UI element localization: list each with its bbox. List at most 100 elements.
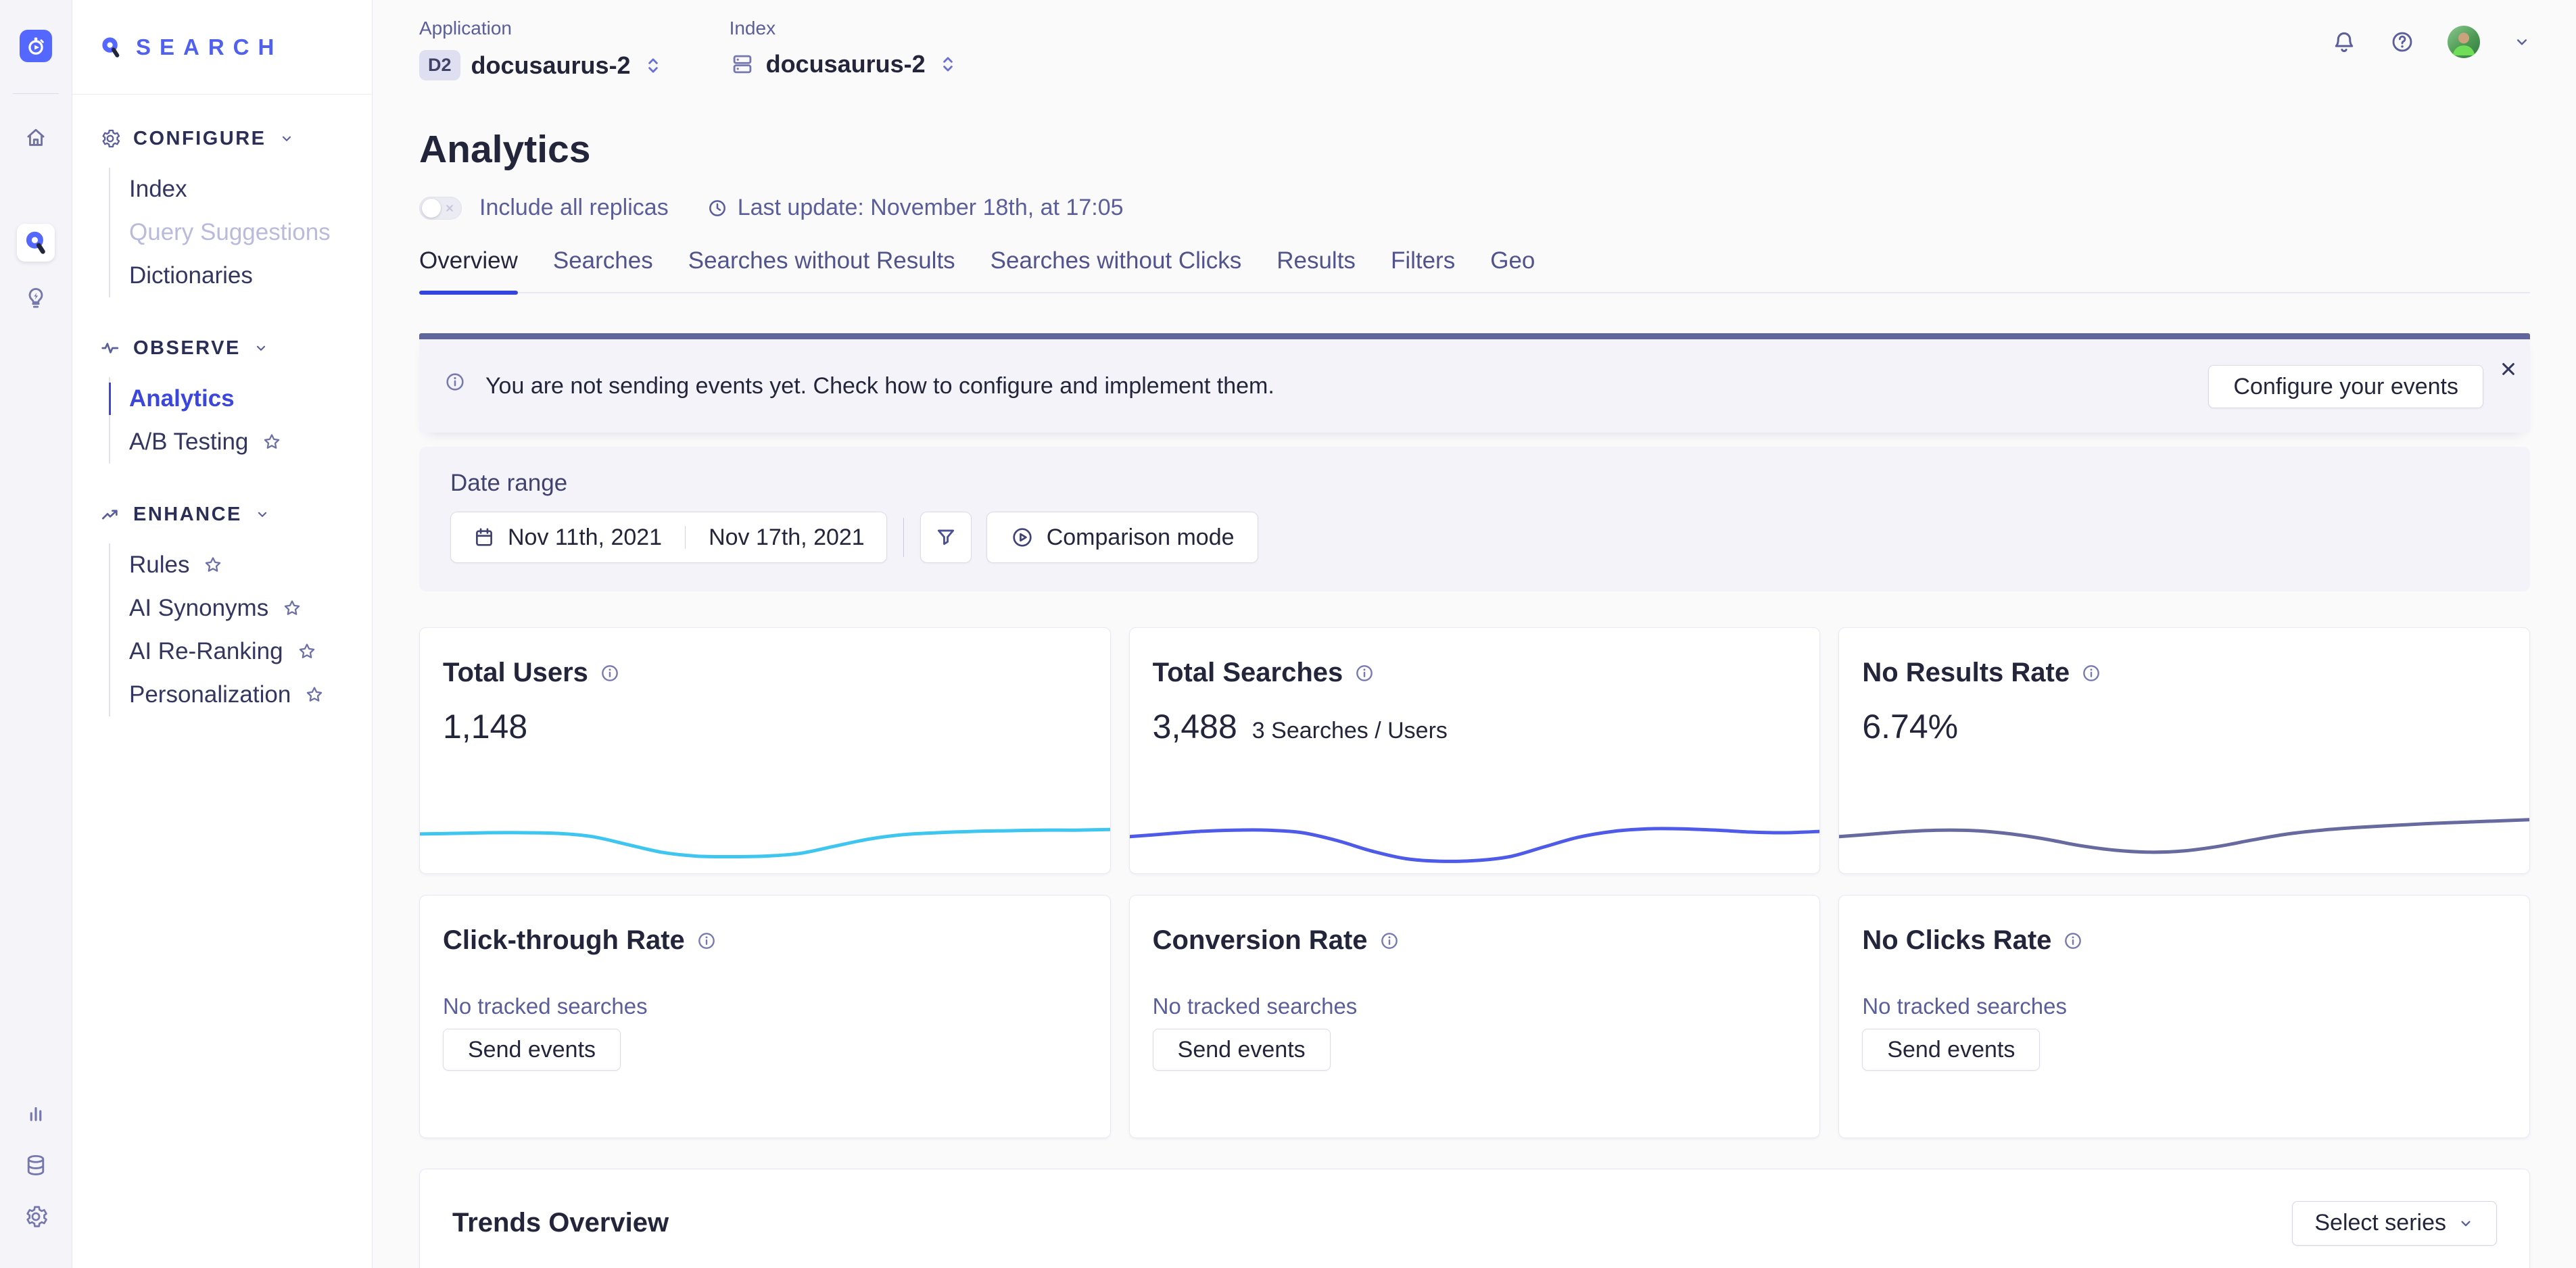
kpi-card-no-results-rate: No Results Rate 6.74% (1838, 627, 2530, 874)
calendar-icon (473, 526, 496, 549)
toggle-off-x-icon (443, 201, 456, 215)
date-range-picker[interactable]: Nov 11th, 2021 Nov 17th, 2021 (450, 512, 887, 563)
index-selector[interactable]: docusaurus-2 (730, 50, 959, 78)
sidebar-item-label: Query Suggestions (129, 219, 331, 246)
card-value: 1,148 (443, 707, 527, 746)
info-icon[interactable] (2080, 662, 2102, 684)
funnel-icon (934, 526, 957, 549)
sidebar-item-personalization[interactable]: Personalization (129, 673, 372, 716)
recommend-nav-button[interactable] (17, 279, 55, 317)
help-button[interactable] (2389, 29, 2415, 55)
controls-divider (903, 518, 904, 557)
star-icon[interactable] (282, 598, 302, 618)
section-label: OBSERVE (133, 337, 241, 360)
notifications-button[interactable] (2331, 29, 2357, 55)
avatar[interactable] (2448, 26, 2480, 58)
tab-results[interactable]: Results (1277, 247, 1356, 292)
trends-overview-card: Trends Overview Select series (419, 1169, 2530, 1268)
sort-chevrons-icon (936, 53, 959, 76)
home-nav-button[interactable] (17, 118, 55, 156)
include-replicas-toggle[interactable] (419, 197, 462, 220)
card-title: Total Searches (1153, 658, 1343, 688)
index-label: Index (730, 18, 959, 39)
application-value: docusaurus-2 (471, 51, 631, 80)
sidebar-item-query-suggestions[interactable]: Query Suggestions (129, 211, 372, 254)
section-label: ENHANCE (133, 504, 242, 526)
date-range-panel: Date range Nov 11th, 2021 Nov 17th, 2021… (419, 447, 2530, 591)
close-icon[interactable] (2498, 358, 2519, 380)
section-header-observe[interactable]: OBSERVE (99, 334, 372, 362)
application-label: Application (419, 18, 665, 39)
avatar-photo (2448, 26, 2480, 58)
search-logo[interactable]: SEARCH (72, 0, 372, 95)
chevron-down-icon (253, 340, 269, 356)
tab-geo[interactable]: Geo (1490, 247, 1535, 292)
page-title: Analytics (419, 127, 590, 172)
main-content: Application D2 docusaurus-2 Index docusa… (373, 0, 2576, 1268)
filter-button[interactable] (920, 512, 972, 563)
select-series-label: Select series (2314, 1210, 2446, 1236)
settings-nav-button[interactable] (17, 1198, 55, 1236)
star-icon[interactable] (203, 555, 223, 575)
bell-icon (2331, 29, 2357, 55)
send-events-button[interactable]: Send events (443, 1029, 621, 1071)
section-header-configure[interactable]: CONFIGURE (99, 124, 372, 153)
sparkline-total-searches (1130, 800, 1820, 865)
tab-searches-without-results[interactable]: Searches without Results (688, 247, 955, 292)
star-icon[interactable] (297, 641, 317, 662)
sidebar-item-label: Dictionaries (129, 262, 253, 289)
rail-divider (13, 93, 59, 94)
chevron-down-icon (2512, 32, 2531, 51)
tab-searches-without-clicks[interactable]: Searches without Clicks (991, 247, 1242, 292)
section-header-enhance[interactable]: ENHANCE (99, 500, 372, 529)
send-events-button[interactable]: Send events (1862, 1029, 2040, 1071)
user-menu-button[interactable] (2512, 32, 2531, 51)
clock-icon (707, 197, 728, 219)
sidebar-item-analytics[interactable]: Analytics (129, 377, 372, 420)
usage-nav-button[interactable] (17, 1095, 55, 1133)
kpi-card-conversion-rate: Conversion Rate No tracked searches Send… (1129, 895, 1821, 1138)
comparison-mode-label: Comparison mode (1047, 525, 1235, 551)
include-replicas-label: Include all replicas (479, 195, 669, 221)
star-icon[interactable] (262, 432, 282, 452)
sidebar-item-ai-reranking[interactable]: AI Re-Ranking (129, 630, 372, 673)
configure-events-button[interactable]: Configure your events (2208, 365, 2483, 408)
search-product-icon (23, 230, 49, 255)
pulse-icon (99, 337, 121, 359)
info-icon[interactable] (599, 662, 621, 684)
info-icon[interactable] (1379, 930, 1400, 952)
events-banner: You are not sending events yet. Check ho… (419, 333, 2530, 433)
card-title: Conversion Rate (1153, 925, 1368, 956)
kpi-card-total-searches: Total Searches 3,488 3 Searches / Users (1129, 627, 1821, 874)
sidebar-item-ai-synonyms[interactable]: AI Synonyms (129, 587, 372, 630)
sidebar-item-index[interactable]: Index (129, 168, 372, 211)
sidebar-item-rules[interactable]: Rules (129, 543, 372, 587)
tab-filters[interactable]: Filters (1391, 247, 1455, 292)
search-product-nav-button[interactable] (17, 224, 55, 262)
sidebar-item-label: Rules (129, 552, 189, 579)
sidebar-section-enhance: ENHANCE Rules AI Synonyms AI Re-Ranking … (99, 500, 372, 716)
tab-searches[interactable]: Searches (553, 247, 653, 292)
info-icon[interactable] (2062, 930, 2084, 952)
sidebar-item-dictionaries[interactable]: Dictionaries (129, 254, 372, 297)
tab-overview[interactable]: Overview (419, 247, 518, 292)
banner-message: You are not sending events yet. Check ho… (485, 373, 1274, 399)
comparison-mode-button[interactable]: Comparison mode (986, 512, 1258, 563)
card-title: Total Users (443, 658, 588, 688)
product-logo-tile[interactable] (20, 30, 52, 62)
sidebar: SEARCH CONFIGURE Index Query Suggestions… (72, 0, 373, 1268)
kpi-card-total-users: Total Users 1,148 (419, 627, 1111, 874)
date-separator (685, 526, 686, 549)
star-icon[interactable] (304, 685, 325, 705)
application-selector[interactable]: D2 docusaurus-2 (419, 50, 665, 80)
select-series-button[interactable]: Select series (2292, 1201, 2497, 1246)
info-icon[interactable] (1354, 662, 1375, 684)
data-nav-button[interactable] (17, 1146, 55, 1184)
send-events-button[interactable]: Send events (1153, 1029, 1331, 1071)
sidebar-item-ab-testing[interactable]: A/B Testing (129, 420, 372, 464)
play-circle-icon (1010, 525, 1034, 550)
sidebar-item-label: AI Synonyms (129, 595, 268, 622)
info-icon[interactable] (696, 930, 717, 952)
sidebar-item-label: AI Re-Ranking (129, 638, 283, 665)
trends-title: Trends Overview (452, 1208, 669, 1238)
